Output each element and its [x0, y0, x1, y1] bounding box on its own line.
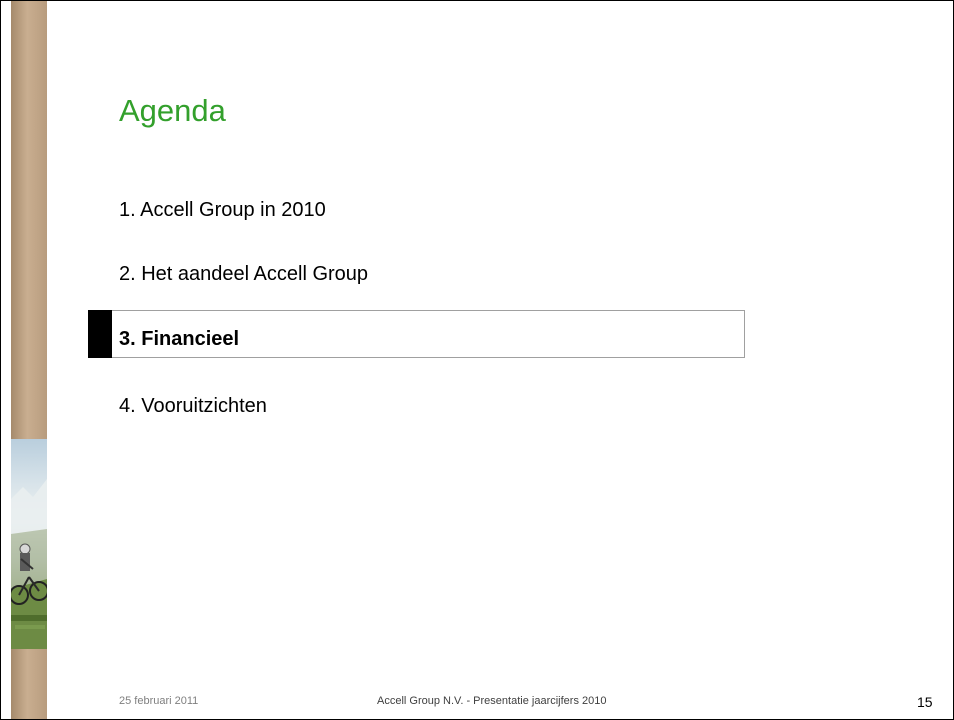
active-agenda-marker — [88, 310, 112, 358]
agenda-item-4: 4. Vooruitzichten — [119, 395, 267, 417]
agenda-item-3-active: 3. Financieel — [119, 328, 240, 350]
agenda-item-2: 2. Het aandeel Accell Group — [119, 263, 369, 285]
agenda-item-1: 1. Accell Group in 2010 — [119, 199, 326, 221]
footer-presentation-title: Accell Group N.V. - Presentatie jaarcijf… — [377, 695, 607, 707]
mountain-biker-photo — [11, 439, 47, 649]
page-number: 15 — [917, 694, 933, 710]
slide: Agenda 1. Accell Group in 2010 2. Het aa… — [0, 0, 954, 720]
footer-date: 25 februari 2011 — [119, 695, 199, 707]
slide-title: Agenda — [119, 93, 226, 128]
